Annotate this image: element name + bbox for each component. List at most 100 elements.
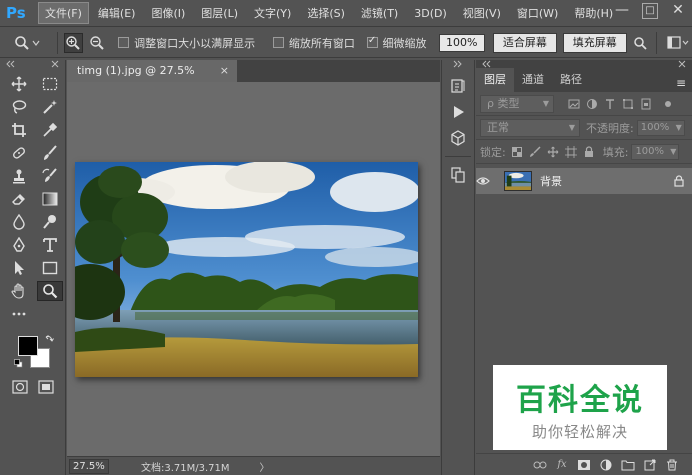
layer-thumbnail[interactable] [504, 171, 532, 191]
minimize-button[interactable]: — [614, 3, 630, 19]
lasso-tool[interactable] [6, 97, 32, 117]
lock-transparent-pixels-icon[interactable] [509, 144, 525, 160]
zoom-percent-field[interactable]: 100% [438, 33, 485, 52]
smart-object-filter-icon[interactable] [640, 98, 652, 110]
close-button[interactable]: ✕ [670, 3, 686, 19]
rectangle-tool[interactable] [37, 258, 63, 278]
crop-tool[interactable] [6, 120, 32, 140]
pixel-filter-icon[interactable] [568, 98, 580, 110]
history-brush-tool[interactable] [37, 166, 63, 186]
new-layer-icon[interactable] [642, 457, 658, 473]
menu-edit[interactable]: 编辑(E) [91, 2, 143, 24]
visibility-eye-icon[interactable] [476, 176, 504, 186]
link-layers-icon[interactable] [532, 457, 548, 473]
history-panel-button[interactable] [445, 74, 471, 98]
magnifier-icon [43, 284, 58, 299]
status-menu-arrow[interactable]: 〉 [260, 459, 270, 474]
adjustment-filter-icon[interactable] [586, 98, 598, 110]
lock-image-pixels-icon[interactable] [527, 144, 543, 160]
scrubby-zoom-checkbox[interactable] [366, 35, 378, 48]
eraser-tool[interactable] [6, 189, 32, 209]
menu-image[interactable]: 图像(I) [144, 2, 192, 24]
document-tab[interactable]: timg (1).jpg @ 27.5%(RGB/8#) × [67, 60, 237, 99]
zoom-tool[interactable] [37, 281, 63, 301]
eyedropper-tool[interactable] [37, 120, 63, 140]
properties-panel-button[interactable] [445, 163, 471, 187]
screen-mode-button[interactable] [38, 380, 54, 394]
hand-tool[interactable] [6, 281, 32, 301]
menu-filter[interactable]: 滤镜(T) [354, 2, 405, 24]
resize-windows-checkbox[interactable] [118, 37, 130, 48]
tab-layers[interactable]: 图层 [476, 68, 514, 92]
tool-preset-picker[interactable] [14, 32, 51, 54]
marquee-tool[interactable] [37, 74, 63, 94]
pen-tool[interactable] [6, 235, 32, 255]
foreground-color-swatch[interactable] [18, 336, 38, 356]
restore-button[interactable]: □ [642, 3, 658, 19]
type-filter-icon[interactable] [604, 98, 616, 110]
layer-filter-type-dropdown[interactable]: ρ 类型 ▼ [480, 94, 554, 113]
close-document-icon[interactable]: × [220, 60, 229, 82]
layer-style-icon[interactable]: fx [554, 457, 570, 473]
tab-channels[interactable]: 通道 [514, 68, 552, 92]
healing-brush-tool[interactable] [6, 143, 32, 163]
collapse-icon[interactable] [6, 60, 16, 68]
opacity-field[interactable]: 100% ▼ [636, 119, 685, 136]
zoom-all-checkbox[interactable] [273, 37, 284, 48]
panel-menu-icon[interactable]: ≡ [676, 76, 686, 90]
more-tools-button[interactable] [6, 304, 32, 324]
blend-mode-dropdown[interactable]: 正常 ▼ [480, 118, 580, 137]
path-selection-tool[interactable] [6, 258, 32, 278]
3d-panel-button[interactable] [445, 126, 471, 150]
canvas-area[interactable] [67, 82, 440, 456]
swap-colors-icon[interactable] [45, 334, 54, 343]
workspace-button[interactable] [663, 33, 692, 53]
play-icon [454, 106, 464, 118]
layer-row[interactable]: 背景 [476, 168, 692, 194]
menu-file[interactable]: 文件(F) [38, 2, 89, 24]
clone-stamp-tool[interactable] [6, 166, 32, 186]
collapse-icon[interactable] [482, 60, 492, 68]
lock-all-icon[interactable] [581, 144, 597, 160]
actions-panel-button[interactable] [445, 100, 471, 124]
brush-tool[interactable] [37, 143, 63, 163]
layer-lock-icon[interactable] [674, 175, 684, 187]
type-tool[interactable] [37, 235, 63, 255]
tab-paths[interactable]: 路径 [552, 68, 590, 92]
menu-select[interactable]: 选择(S) [300, 2, 352, 24]
close-panel-icon[interactable] [678, 60, 686, 68]
magic-wand-tool[interactable] [37, 97, 63, 117]
filter-toggle-icon[interactable] [664, 98, 672, 110]
document-image[interactable] [75, 162, 418, 377]
menu-help[interactable]: 帮助(H) [567, 2, 620, 24]
fit-screen-button[interactable]: 适合屏幕 [493, 32, 557, 53]
close-panel-icon[interactable] [51, 60, 59, 68]
zoom-out-button[interactable] [87, 33, 106, 53]
menu-layer[interactable]: 图层(L) [194, 2, 245, 24]
document-size-info[interactable]: 文档:3.71M/3.71M [141, 459, 230, 474]
search-button[interactable] [631, 33, 650, 53]
zoom-level-field[interactable]: 27.5% [69, 458, 109, 474]
collapse-icon[interactable] [453, 60, 463, 68]
zoom-in-button[interactable] [63, 32, 84, 53]
blur-tool[interactable] [6, 212, 32, 232]
menu-3d[interactable]: 3D(D) [407, 4, 454, 23]
shape-filter-icon[interactable] [622, 98, 634, 110]
fill-field[interactable]: 100% ▼ [631, 143, 680, 160]
lock-position-icon[interactable] [545, 144, 561, 160]
trash-icon[interactable] [664, 457, 680, 473]
quick-mask-button[interactable] [12, 380, 28, 394]
new-adjustment-layer-icon[interactable] [598, 457, 614, 473]
move-tool[interactable] [6, 74, 32, 94]
droplet-icon [13, 214, 25, 230]
gradient-tool[interactable] [37, 189, 63, 209]
menu-window[interactable]: 窗口(W) [510, 2, 565, 24]
fill-screen-button[interactable]: 填充屏幕 [562, 32, 627, 53]
new-group-icon[interactable] [620, 457, 636, 473]
menu-view[interactable]: 视图(V) [456, 2, 508, 24]
menu-type[interactable]: 文字(Y) [247, 2, 298, 24]
default-colors-icon[interactable] [14, 359, 23, 368]
lock-artboard-icon[interactable] [563, 144, 579, 160]
dodge-tool[interactable] [37, 212, 63, 232]
add-mask-icon[interactable] [576, 457, 592, 473]
